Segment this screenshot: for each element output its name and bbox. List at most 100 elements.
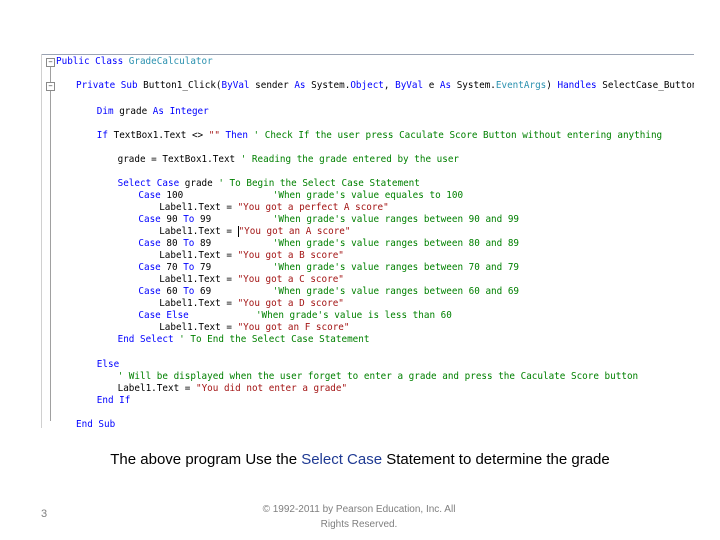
- code-token: Label1.Text =: [159, 274, 238, 285]
- code-line[interactable]: Label1.Text = "You got a B score": [159, 250, 344, 262]
- comment-token: 'When grade's value equales to 100: [272, 190, 464, 201]
- code-token: System.: [456, 80, 496, 91]
- code-token: Label1.Text =: [117, 383, 196, 394]
- keyword-token: Then: [219, 130, 254, 141]
- keyword-token: Case: [138, 238, 167, 249]
- keyword-token: To: [183, 286, 200, 297]
- keyword-token: Case: [138, 190, 167, 201]
- code-line[interactable]: Public Class GradeCalculator: [56, 56, 213, 68]
- code-token: Label1.Text =: [159, 202, 238, 213]
- keyword-token: As Integer: [152, 106, 209, 117]
- code-token: 70: [166, 262, 184, 273]
- code-token: grade: [184, 178, 219, 189]
- code-line[interactable]: Case 90 To 99 'When grade's value ranges…: [138, 214, 519, 226]
- code-line[interactable]: Case 70 To 79 'When grade's value ranges…: [138, 262, 519, 274]
- keyword-token: Case Else: [138, 310, 256, 321]
- code-line[interactable]: If TextBox1.Text <> "" Then ' Check If t…: [97, 130, 662, 142]
- string-token: "You did not enter a grade": [195, 383, 348, 394]
- keyword-token: Object: [350, 80, 384, 91]
- code-line[interactable]: Label1.Text = "You got a perfect A score…: [159, 202, 389, 214]
- code-line[interactable]: grade = TextBox1.Text ' Reading the grad…: [118, 154, 459, 166]
- keyword-token: If: [96, 130, 114, 141]
- code-line[interactable]: Dim grade As Integer: [97, 106, 209, 118]
- keyword-token: ByVal: [395, 80, 429, 91]
- keyword-token: Case: [138, 214, 167, 225]
- code-line[interactable]: Case 80 To 89 'When grade's value ranges…: [138, 238, 519, 250]
- comment-token: 'When grade's value ranges between 90 an…: [272, 214, 520, 225]
- keyword-token: Select Case: [117, 178, 185, 189]
- code-token: 80: [166, 238, 184, 249]
- string-token: "You got a D score": [237, 298, 344, 309]
- code-line[interactable]: Label1.Text = "You got a C score": [159, 274, 344, 286]
- string-token: "You got an A score": [238, 226, 351, 237]
- collapse-sub-icon[interactable]: −: [46, 82, 55, 91]
- page-number: 3: [41, 508, 48, 520]
- code-token: 79: [199, 262, 273, 273]
- copyright-line-2: Rights Reserved.: [320, 519, 398, 530]
- comment-token: 'When grade's value ranges between 60 an…: [272, 286, 520, 297]
- keyword-token: Case: [138, 286, 167, 297]
- slide-caption: The above program Use the Select Case St…: [0, 451, 720, 468]
- code-line[interactable]: Label1.Text = "You got an F score": [159, 322, 349, 334]
- code-token: 90: [166, 214, 184, 225]
- keyword-token: To: [183, 214, 200, 225]
- code-token: Label1.Text =: [159, 226, 238, 237]
- code-token: Label1.Text =: [159, 298, 238, 309]
- keyword-token: Else: [96, 359, 120, 370]
- comment-token: ' Check If the user press Caculate Score…: [253, 130, 663, 141]
- comment-token: 'When grade's value ranges between 70 an…: [272, 262, 520, 273]
- comment-token: 'When grade's value is less than 60: [255, 310, 452, 321]
- code-token: SelectCase_Button.Click: [602, 80, 694, 91]
- code-token: grade = TextBox1.Text: [117, 154, 241, 165]
- copyright-notice: © 1992-2011 by Pearson Education, Inc. A…: [243, 502, 475, 532]
- keyword-token: End If: [96, 395, 131, 406]
- code-token: 69: [199, 286, 273, 297]
- comment-token: ' To Begin the Select Case Statement: [218, 178, 420, 189]
- string-token: "": [208, 130, 220, 141]
- string-token: "You got an F score": [237, 322, 350, 333]
- code-line[interactable]: Case Else 'When grade's value is less th…: [138, 310, 451, 322]
- code-token: TextBox1.Text <>: [113, 130, 209, 141]
- code-token: ): [546, 80, 558, 91]
- code-line[interactable]: Case 60 To 69 'When grade's value ranges…: [138, 286, 519, 298]
- code-line[interactable]: Select Case grade ' To Begin the Select …: [118, 178, 420, 190]
- keyword-token: To: [183, 262, 200, 273]
- code-line[interactable]: Else: [97, 359, 119, 371]
- caption-text-before: The above program Use the: [110, 451, 302, 468]
- keyword-token: As: [294, 80, 312, 91]
- keyword-token: End Sub: [76, 419, 116, 428]
- code-token: 89: [199, 238, 273, 249]
- comment-token: ' Reading the grade entered by the user: [240, 154, 460, 165]
- code-line[interactable]: End Select ' To End the Select Case Stat…: [118, 334, 370, 346]
- comment-token: ' To End the Select Case Statement: [179, 334, 370, 345]
- code-token: sender: [255, 80, 295, 91]
- keyword-token: Case: [138, 262, 167, 273]
- copyright-line-1: © 1992-2011 by Pearson Education, Inc. A…: [262, 504, 456, 515]
- code-line[interactable]: ' Will be displayed when the user forget…: [118, 371, 639, 383]
- code-line[interactable]: End If: [97, 395, 131, 407]
- code-line[interactable]: Case 100 'When grade's value equales to …: [138, 190, 463, 202]
- collapse-class-icon[interactable]: −: [46, 58, 55, 67]
- code-line[interactable]: Label1.Text = "You did not enter a grade…: [118, 383, 348, 395]
- keyword-token: Private Sub: [76, 80, 144, 91]
- caption-highlight: Select Case: [301, 451, 383, 468]
- string-token: "You got a B score": [237, 250, 344, 261]
- code-editor[interactable]: − − Public Class GradeCalculator Private …: [41, 54, 694, 428]
- keyword-token: As: [439, 80, 457, 91]
- type-token: EventArgs: [495, 80, 547, 91]
- code-line[interactable]: Private Sub Button1_Click(ByVal sender A…: [76, 80, 694, 92]
- keyword-token: Public Class: [56, 56, 129, 67]
- code-token: ,: [383, 80, 396, 91]
- keyword-token: End Select: [117, 334, 180, 345]
- keyword-token: ByVal: [221, 80, 256, 91]
- string-token: "You got a C score": [237, 274, 344, 285]
- editor-top-border: [42, 54, 694, 55]
- code-line[interactable]: Label1.Text = "You got a D score": [159, 298, 344, 310]
- keyword-token: Dim: [96, 106, 120, 117]
- keyword-token: Handles: [557, 80, 603, 91]
- code-token: System.: [311, 80, 351, 91]
- code-token: Label1.Text =: [159, 322, 238, 333]
- code-token: 99: [199, 214, 273, 225]
- code-line[interactable]: Label1.Text = "You got an A score": [159, 226, 351, 238]
- code-line[interactable]: End Sub: [76, 419, 115, 428]
